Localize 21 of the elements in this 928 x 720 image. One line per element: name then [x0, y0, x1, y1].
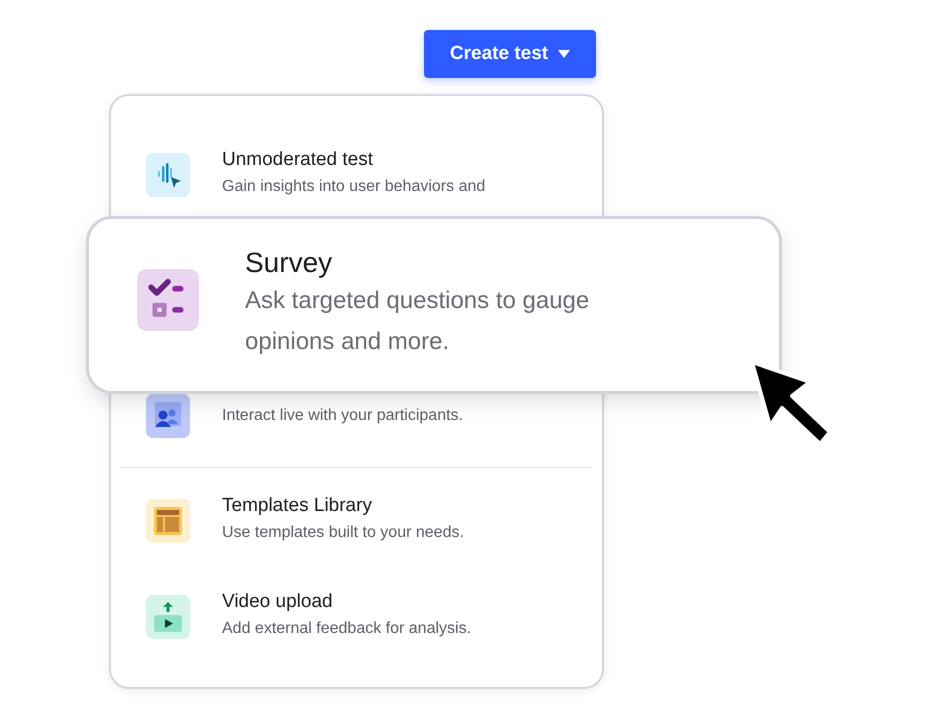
item-description: Add external feedback for analysis. [222, 619, 472, 639]
menu-item[interactable]: Interact live with your participants. [146, 394, 602, 438]
card-title: Survey [245, 246, 334, 280]
card-description: Ask targeted questions to gauge opinions and more. [245, 286, 590, 357]
templates-icon [146, 499, 190, 543]
caret-icon [558, 50, 570, 58]
menu-item[interactable]: Unmoderated test Gain insights into user behaviors and [146, 148, 602, 202]
create-test-button[interactable]: Create test [424, 30, 596, 78]
item-title: Templates Library [222, 494, 373, 518]
item-description: Interact live with your participants. [222, 406, 463, 426]
item-description: Use templates built to your needs. [222, 523, 464, 543]
survey-popover[interactable]: Survey Ask targeted questions to gauge opinions and more. [86, 216, 782, 394]
menu-item[interactable]: Video upload Add external feedback for analysis. [146, 590, 602, 644]
item-title: Unmoderated test [222, 148, 374, 172]
live-icon [146, 394, 190, 438]
survey-icon [137, 269, 199, 331]
unmoderated-icon [146, 153, 190, 197]
video-icon [146, 595, 190, 639]
menu-item[interactable]: Templates Library Use templates built to your needs. [146, 494, 602, 548]
item-description: Gain insights into user behaviors and [222, 177, 486, 197]
item-title: Video upload [222, 590, 334, 614]
